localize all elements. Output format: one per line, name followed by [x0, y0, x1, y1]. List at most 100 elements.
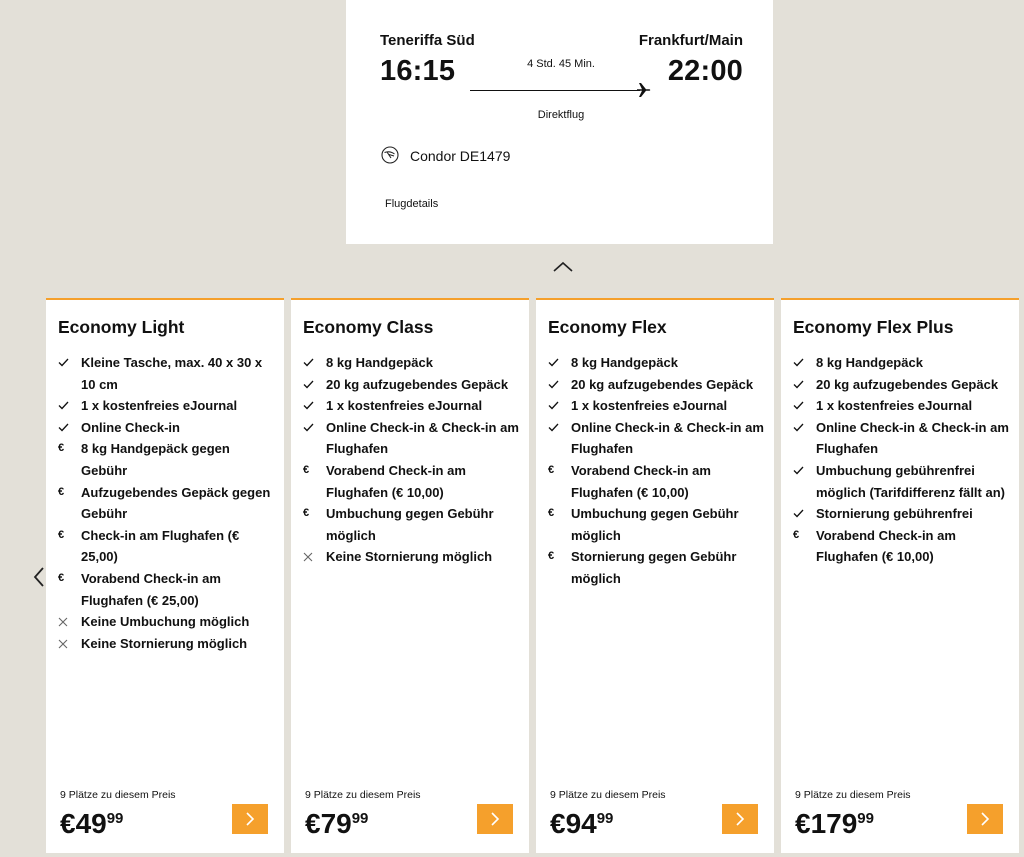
feature-text: 20 kg aufzugebendes Gepäck — [326, 376, 509, 392]
fare-name: Economy Class — [303, 317, 434, 337]
seats-available: 9 Plätze zu diesem Preis — [60, 789, 176, 801]
feature-text: 8 kg Handgepäck gegen Gebühr — [81, 441, 230, 478]
price-main: €94 — [550, 808, 597, 839]
feature-item: € Umbuchung gegen Gebühr möglich — [548, 503, 764, 546]
feature-text: Keine Stornierung möglich — [326, 549, 493, 565]
origin-city: Teneriffa Süd — [380, 32, 475, 49]
feature-text: 1 x kostenfreies eJournal — [81, 398, 238, 414]
feature-item: Kleine Tasche, max. 40 x 30 x 10 cm — [58, 352, 274, 395]
feature-item: Online Check-in & Check-in am Flughafen — [548, 417, 764, 460]
euro-icon: € — [793, 528, 800, 541]
fare-card-economy-flex-plus: Economy Flex Plus 8 kg Handgepäck 20 kg a… — [781, 298, 1019, 853]
seats-available: 9 Plätze zu diesem Preis — [550, 789, 666, 801]
feature-text: 20 kg aufzugebendes Gepäck — [571, 376, 754, 392]
price-cents: 99 — [106, 810, 124, 827]
feature-item: Online Check-in & Check-in am Flughafen — [303, 417, 519, 460]
select-fare-button[interactable] — [477, 804, 513, 834]
feature-text: 20 kg aufzugebendes Gepäck — [816, 376, 999, 392]
feature-text: Kleine Tasche, max. 40 x 30 x 10 cm — [81, 355, 263, 392]
euro-icon: € — [303, 463, 310, 476]
feature-text: Umbuchung gegen Gebühr möglich — [326, 506, 494, 543]
feature-item: € Aufzugebendes Gepäck gegen Gebühr — [58, 482, 274, 525]
chevron-right-icon — [246, 812, 255, 826]
check-icon — [548, 352, 562, 374]
check-icon — [793, 352, 807, 374]
euro-icon: € — [58, 485, 65, 498]
feature-item: 1 x kostenfreies eJournal — [548, 395, 764, 417]
chevron-right-icon — [491, 812, 500, 826]
euro-icon: € — [548, 507, 555, 520]
euro-icon: € — [58, 528, 65, 541]
feature-item: Keine Umbuchung möglich — [58, 611, 274, 633]
flight-summary-card: Teneriffa Süd Frankfurt/Main 16:15 22:00… — [346, 0, 773, 244]
feature-text: 1 x kostenfreies eJournal — [816, 398, 973, 414]
fare-price: €9499 — [550, 808, 613, 840]
feature-item: € Vorabend Check-in am Flughafen (€ 25,00… — [58, 568, 274, 611]
feature-item: 20 kg aufzugebendes Gepäck — [793, 374, 1009, 396]
feature-text: 1 x kostenfreies eJournal — [326, 398, 483, 414]
feature-text: Umbuchung gegen Gebühr möglich — [571, 506, 739, 543]
check-icon — [793, 503, 807, 525]
feature-text: Keine Stornierung möglich — [81, 635, 248, 651]
feature-item: 1 x kostenfreies eJournal — [303, 395, 519, 417]
feature-text: 1 x kostenfreies eJournal — [571, 398, 728, 414]
fare-name: Economy Flex Plus — [793, 317, 954, 337]
check-icon — [303, 374, 317, 396]
select-fare-button[interactable] — [232, 804, 268, 834]
feature-item: 20 kg aufzugebendes Gepäck — [548, 374, 764, 396]
select-fare-button[interactable] — [967, 804, 1003, 834]
check-icon — [303, 395, 317, 417]
feature-text: Keine Umbuchung möglich — [81, 614, 250, 630]
fare-price: €7999 — [305, 808, 368, 840]
check-icon — [793, 374, 807, 396]
flight-details-link[interactable]: Flugdetails — [385, 198, 438, 210]
feature-item: Stornierung gebührenfrei — [793, 503, 1009, 525]
feature-text: Stornierung gegen Gebühr möglich — [571, 549, 737, 586]
check-icon — [58, 395, 72, 417]
select-fare-button[interactable] — [722, 804, 758, 834]
fare-features: 8 kg Handgepäck 20 kg aufzugebendes Gepäc… — [548, 352, 764, 590]
feature-item: € Umbuchung gegen Gebühr möglich — [303, 503, 519, 546]
seats-available: 9 Plätze zu diesem Preis — [305, 789, 421, 801]
flight-type: Direktflug — [537, 109, 585, 121]
check-icon — [303, 352, 317, 374]
check-icon — [548, 417, 562, 439]
fare-card-economy-class: Economy Class 8 kg Handgepäck 20 kg aufzu… — [291, 298, 529, 853]
feature-item: €8 kg Handgepäck gegen Gebühr — [58, 438, 274, 481]
feature-item: 1 x kostenfreies eJournal — [793, 395, 1009, 417]
euro-icon: € — [303, 507, 310, 520]
feature-text: Vorabend Check-in am Flughafen (€ 10,00) — [571, 462, 711, 500]
check-icon — [58, 352, 72, 374]
chevron-left-icon[interactable] — [31, 565, 47, 589]
feature-item: 8 kg Handgepäck — [793, 352, 1009, 374]
fare-features: Kleine Tasche, max. 40 x 30 x 10 cm 1 x k… — [58, 352, 274, 654]
price-cents: 99 — [596, 810, 614, 827]
condor-logo-icon — [381, 146, 399, 164]
fare-price: €17999 — [795, 808, 874, 840]
feature-text: 8 kg Handgepäck — [816, 355, 923, 370]
euro-icon: € — [58, 571, 65, 584]
price-main: €49 — [60, 808, 107, 839]
feature-item: Keine Stornierung möglich — [58, 633, 274, 655]
feature-text: Vorabend Check-in am Flughafen (€ 10,00) — [326, 462, 466, 500]
check-icon — [303, 417, 317, 439]
fare-card-economy-light: Economy Light Kleine Tasche, max. 40 x 3… — [46, 298, 284, 853]
euro-icon: € — [548, 550, 555, 563]
feature-item: € Vorabend Check-in am Flughafen (€ 10,00… — [793, 525, 1009, 568]
feature-text: Vorabend Check-in am Flughafen (€ 25,00) — [81, 570, 221, 608]
chevron-right-icon — [736, 812, 745, 826]
check-icon — [548, 374, 562, 396]
feature-item: € Vorabend Check-in am Flughafen (€ 10,00… — [548, 460, 764, 503]
feature-item: 1 x kostenfreies eJournal — [58, 395, 274, 417]
arrival-time: 22:00 — [667, 55, 743, 87]
feature-item: 20 kg aufzugebendes Gepäck — [303, 374, 519, 396]
check-icon — [793, 460, 807, 482]
chevron-up-icon[interactable] — [552, 258, 574, 276]
feature-item: € Vorabend Check-in am Flughafen (€ 10,00… — [303, 460, 519, 503]
euro-icon: € — [548, 463, 555, 476]
check-icon — [793, 417, 807, 439]
chevron-right-icon — [981, 812, 990, 826]
feature-text: 8 kg Handgepäck — [326, 355, 433, 370]
feature-item: 8 kg Handgepäck — [303, 352, 519, 374]
fare-features: 8 kg Handgepäck 20 kg aufzugebendes Gepäc… — [303, 352, 519, 568]
